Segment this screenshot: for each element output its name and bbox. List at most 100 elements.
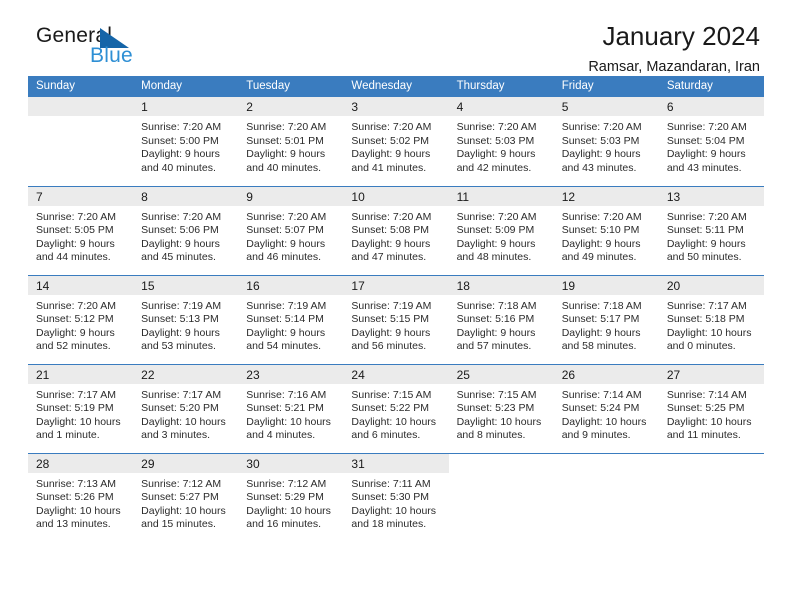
- day-info-line: Sunset: 5:29 PM: [246, 491, 324, 503]
- calendar-day-cell[interactable]: 25 Sunrise: 7:15 AM Sunset: 5:23 PM Dayligh…: [448, 363, 554, 453]
- calendar-day-cell[interactable]: 27 Sunrise: 7:14 AM Sunset: 5:25 PM Dayligh…: [658, 363, 764, 453]
- calendar-day-cell[interactable]: 28 Sunrise: 7:13 AM Sunset: 5:26 PM Dayligh…: [28, 452, 134, 542]
- day-info-line: and 43 minutes.: [561, 161, 637, 174]
- calendar-day-cell[interactable]: 21 Sunrise: 7:17 AM Sunset: 5:19 PM Dayligh…: [28, 363, 134, 453]
- calendar-day-cell[interactable]: 4 Sunrise: 7:20 AM Sunset: 5:03 PM Daylight…: [448, 97, 554, 186]
- day-info-line: Sunrise: 7:15 AM: [456, 388, 537, 401]
- day-info-line: Sunset: 5:20 PM: [141, 402, 219, 414]
- day-number: 6: [658, 97, 764, 116]
- day-info-line: Sunset: 5:15 PM: [351, 313, 430, 325]
- calendar-day-cell[interactable]: 18 Sunrise: 7:18 AM Sunset: 5:16 PM Dayligh…: [448, 274, 554, 364]
- calendar-day-cell[interactable]: 9 Sunrise: 7:20 AM Sunset: 5:07 PM Daylight…: [238, 185, 344, 275]
- day-info-line: Sunrise: 7:19 AM: [246, 299, 327, 312]
- calendar-day-cell[interactable]: 6 Sunrise: 7:20 AM Sunset: 5:04 PM Daylight…: [658, 97, 764, 186]
- day-info-line: Sunset: 5:04 PM: [666, 134, 745, 147]
- day-info-line: Sunrise: 7:12 AM: [246, 477, 327, 490]
- day-info-line: Sunset: 5:10 PM: [561, 224, 640, 236]
- day-info-line: Daylight: 10 hours: [246, 415, 331, 428]
- calendar-empty-cell: [553, 452, 659, 542]
- day-number: 11: [448, 186, 554, 206]
- day-info-line: Daylight: 9 hours: [246, 237, 326, 250]
- day-cell-inner: 18 Sunrise: 7:18 AM Sunset: 5:16 PM Dayligh…: [448, 275, 554, 364]
- day-info-line: and 6 minutes.: [351, 429, 421, 441]
- day-cell-inner: 21 Sunrise: 7:17 AM Sunset: 5:19 PM Dayligh…: [28, 364, 134, 453]
- calendar-day-cell[interactable]: 31 Sunrise: 7:11 AM Sunset: 5:30 PM Dayligh…: [343, 452, 449, 542]
- day-cell-inner: 3 Sunrise: 7:20 AM Sunset: 5:02 PM Daylight…: [343, 97, 449, 186]
- calendar-day-cell[interactable]: 23 Sunrise: 7:16 AM Sunset: 5:21 PM Dayligh…: [238, 363, 344, 453]
- brand-logo[interactable]: General Blue: [28, 22, 158, 74]
- calendar-empty-cell: [658, 452, 764, 542]
- calendar-day-cell[interactable]: 17 Sunrise: 7:19 AM Sunset: 5:15 PM Dayligh…: [343, 274, 449, 364]
- day-number: 29: [133, 453, 239, 473]
- calendar-day-cell[interactable]: 3 Sunrise: 7:20 AM Sunset: 5:02 PM Daylight…: [343, 97, 449, 186]
- day-info-line: Daylight: 10 hours: [246, 504, 331, 517]
- day-info-line: Sunrise: 7:20 AM: [351, 210, 432, 223]
- day-info-line: Daylight: 9 hours: [351, 326, 431, 339]
- weekday-header-tuesday: Tuesday: [238, 76, 344, 97]
- calendar-day-cell[interactable]: 16 Sunrise: 7:19 AM Sunset: 5:14 PM Dayligh…: [238, 274, 344, 364]
- day-info-line: and 18 minutes.: [351, 518, 427, 530]
- day-info-line: and 47 minutes.: [351, 251, 427, 263]
- day-sun-info: Sunrise: 7:20 AM Sunset: 5:07 PM Daylight:…: [238, 206, 343, 265]
- calendar-day-cell[interactable]: 5 Sunrise: 7:20 AM Sunset: 5:03 PM Daylight…: [553, 97, 659, 186]
- day-sun-info: Sunrise: 7:16 AM Sunset: 5:21 PM Daylight:…: [238, 384, 343, 443]
- day-info-line: Sunset: 5:13 PM: [141, 313, 219, 325]
- day-cell-inner: 30 Sunrise: 7:12 AM Sunset: 5:29 PM Dayligh…: [238, 453, 344, 543]
- day-info-line: and 50 minutes.: [666, 251, 742, 263]
- calendar-day-cell[interactable]: 14 Sunrise: 7:20 AM Sunset: 5:12 PM Dayligh…: [28, 274, 134, 364]
- calendar-day-cell[interactable]: 20 Sunrise: 7:17 AM Sunset: 5:18 PM Dayligh…: [658, 274, 764, 364]
- day-number: [448, 453, 554, 473]
- day-sun-info: Sunrise: 7:20 AM Sunset: 5:10 PM Daylight:…: [554, 206, 659, 265]
- weekday-header-saturday: Saturday: [658, 76, 764, 97]
- day-info-line: Daylight: 9 hours: [666, 237, 746, 250]
- day-info-line: and 42 minutes.: [456, 161, 532, 174]
- day-info-line: Daylight: 10 hours: [666, 415, 752, 428]
- brand-name-blue: Blue: [90, 44, 133, 67]
- calendar-day-cell[interactable]: 11 Sunrise: 7:20 AM Sunset: 5:09 PM Dayligh…: [448, 185, 554, 275]
- calendar-day-cell[interactable]: 13 Sunrise: 7:20 AM Sunset: 5:11 PM Dayligh…: [658, 185, 764, 275]
- page-header: General Blue January 2024 Ramsar, Mazand…: [28, 0, 764, 76]
- day-info-line: Daylight: 9 hours: [141, 326, 220, 339]
- weekday-header-sunday: Sunday: [28, 76, 134, 97]
- day-cell-inner: 19 Sunrise: 7:18 AM Sunset: 5:17 PM Dayligh…: [553, 275, 659, 364]
- day-number: [658, 453, 764, 473]
- calendar-day-cell[interactable]: 24 Sunrise: 7:15 AM Sunset: 5:22 PM Dayligh…: [343, 363, 449, 453]
- day-cell-inner: 16 Sunrise: 7:19 AM Sunset: 5:14 PM Dayligh…: [238, 275, 344, 364]
- calendar-day-cell[interactable]: 10 Sunrise: 7:20 AM Sunset: 5:08 PM Dayligh…: [343, 185, 449, 275]
- day-cell-inner: 17 Sunrise: 7:19 AM Sunset: 5:15 PM Dayligh…: [343, 275, 449, 364]
- day-info-line: Daylight: 9 hours: [36, 237, 115, 250]
- day-cell-inner: 15 Sunrise: 7:19 AM Sunset: 5:13 PM Dayligh…: [133, 275, 239, 364]
- calendar-day-cell[interactable]: 26 Sunrise: 7:14 AM Sunset: 5:24 PM Dayligh…: [553, 363, 659, 453]
- day-info-line: Sunset: 5:22 PM: [351, 402, 430, 414]
- day-number: 24: [343, 364, 449, 384]
- day-info-line: Sunset: 5:27 PM: [141, 491, 219, 503]
- calendar-day-cell[interactable]: 19 Sunrise: 7:18 AM Sunset: 5:17 PM Dayligh…: [553, 274, 659, 364]
- day-info-line: and 54 minutes.: [246, 340, 321, 352]
- calendar-day-cell[interactable]: 7 Sunrise: 7:20 AM Sunset: 5:05 PM Daylight…: [28, 185, 134, 275]
- calendar-day-cell[interactable]: 1 Sunrise: 7:20 AM Sunset: 5:00 PM Daylight…: [133, 97, 239, 186]
- day-sun-info: Sunrise: 7:13 AM Sunset: 5:26 PM Daylight:…: [28, 473, 133, 532]
- day-info-line: Daylight: 9 hours: [246, 148, 326, 160]
- day-info-line: Sunset: 5:24 PM: [561, 402, 640, 414]
- day-sun-info: Sunrise: 7:12 AM Sunset: 5:27 PM Daylight:…: [133, 473, 238, 532]
- day-info-line: Sunrise: 7:20 AM: [561, 210, 642, 223]
- day-number: 19: [553, 275, 659, 295]
- day-info-line: Daylight: 10 hours: [351, 504, 437, 517]
- day-sun-info: [554, 473, 659, 478]
- calendar-day-cell[interactable]: 22 Sunrise: 7:17 AM Sunset: 5:20 PM Dayligh…: [133, 363, 239, 453]
- day-info-line: and 40 minutes.: [246, 161, 321, 174]
- calendar-day-cell[interactable]: 30 Sunrise: 7:12 AM Sunset: 5:29 PM Dayligh…: [238, 452, 344, 543]
- day-info-line: Sunrise: 7:20 AM: [666, 121, 747, 133]
- day-sun-info: Sunrise: 7:19 AM Sunset: 5:15 PM Daylight:…: [343, 295, 448, 354]
- calendar-day-cell[interactable]: 2 Sunrise: 7:20 AM Sunset: 5:01 PM Daylight…: [238, 97, 344, 186]
- day-info-line: and 49 minutes.: [561, 251, 637, 263]
- day-sun-info: Sunrise: 7:20 AM Sunset: 5:05 PM Daylight:…: [28, 206, 133, 265]
- calendar-day-cell[interactable]: 8 Sunrise: 7:20 AM Sunset: 5:06 PM Daylight…: [133, 185, 239, 275]
- day-info-line: Sunrise: 7:20 AM: [246, 210, 327, 223]
- calendar-day-cell[interactable]: 29 Sunrise: 7:12 AM Sunset: 5:27 PM Dayligh…: [133, 452, 239, 542]
- calendar-day-cell[interactable]: 15 Sunrise: 7:19 AM Sunset: 5:13 PM Dayligh…: [133, 274, 239, 364]
- day-sun-info: Sunrise: 7:20 AM Sunset: 5:04 PM Daylight:…: [659, 116, 764, 175]
- calendar-day-cell[interactable]: 12 Sunrise: 7:20 AM Sunset: 5:10 PM Dayligh…: [553, 185, 659, 275]
- day-cell-inner: 24 Sunrise: 7:15 AM Sunset: 5:22 PM Dayligh…: [343, 364, 449, 453]
- day-sun-info: Sunrise: 7:18 AM Sunset: 5:16 PM Daylight:…: [449, 295, 554, 354]
